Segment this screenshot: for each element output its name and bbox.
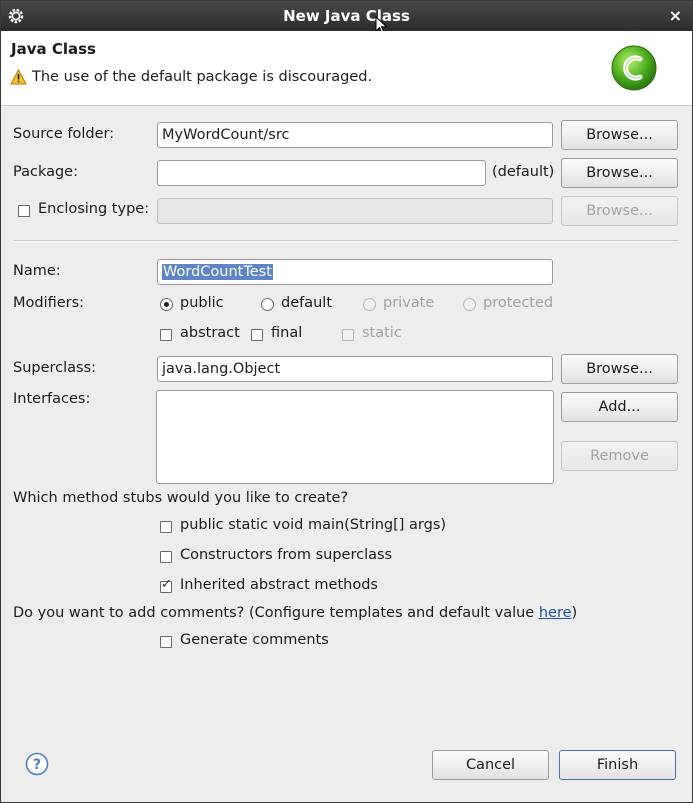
package-default-label: (default) [492, 164, 555, 180]
window-title: New Java Class [283, 7, 410, 25]
interfaces-list[interactable] [156, 390, 554, 484]
comments-question: Do you want to add comments? (Configure … [13, 605, 577, 621]
inherited-abstract-methods-checkbox[interactable]: ✓ [160, 577, 172, 593]
package-browse-button[interactable]: Browse... [561, 158, 678, 188]
modifier-static-checkbox [342, 329, 354, 341]
source-folder-label: Source folder: [13, 126, 115, 142]
interfaces-label: Interfaces: [13, 391, 91, 407]
enclosing-type-field [157, 198, 553, 224]
checkmark-icon: ✓ [161, 577, 172, 592]
generate-comments-checkbox[interactable] [160, 636, 172, 648]
enclosing-type-checkbox[interactable] [18, 205, 30, 217]
constructors-checkbox[interactable] [160, 551, 172, 563]
main-method-label: public static void main(String[] args) [180, 517, 447, 533]
modifier-abstract-label: abstract [180, 325, 240, 341]
separator [13, 240, 679, 242]
modifier-private-radio [363, 298, 376, 311]
close-button[interactable]: × [669, 6, 682, 25]
cancel-button[interactable]: Cancel [432, 750, 549, 780]
name-label: Name: [13, 263, 61, 279]
finish-button[interactable]: Finish [559, 750, 676, 780]
interfaces-add-button[interactable]: Add... [561, 392, 678, 422]
interfaces-remove-button: Remove [561, 441, 678, 471]
modifier-protected-label: protected [483, 295, 554, 311]
modifier-final-label: final [271, 325, 303, 341]
name-field[interactable]: WordCountTest [157, 259, 553, 285]
enclosing-type-label: Enclosing type: [38, 201, 150, 217]
modifier-default-radio[interactable] [261, 298, 274, 311]
help-icon[interactable]: ? [25, 752, 49, 776]
new-class-c-logo-icon [611, 45, 657, 91]
warning-icon [10, 69, 27, 85]
source-folder-field[interactable]: MyWordCount/src [157, 122, 553, 148]
modifier-public-radio[interactable] [160, 298, 173, 311]
modifier-default-label: default [281, 295, 333, 311]
title-bar[interactable]: New Java Class × [1, 1, 692, 35]
new-java-class-dialog: New Java Class × Java Class The use of t… [0, 0, 693, 803]
superclass-field[interactable]: java.lang.Object [157, 356, 553, 382]
modifiers-label: Modifiers: [13, 295, 85, 311]
comments-question-text: Do you want to add comments? (Configure … [13, 605, 539, 621]
svg-text:?: ? [33, 757, 41, 773]
inherited-abstract-methods-label: Inherited abstract methods [180, 577, 378, 593]
configure-templates-link[interactable]: here [539, 605, 572, 621]
dialog-header: Java Class The use of the default packag… [1, 31, 692, 106]
enclosing-type-browse-button: Browse... [561, 196, 678, 226]
generate-comments-label: Generate comments [180, 632, 329, 648]
name-selected-text: WordCountTest [162, 264, 273, 280]
main-method-checkbox[interactable] [160, 521, 172, 533]
modifier-protected-radio [463, 298, 476, 311]
package-field[interactable] [157, 160, 486, 186]
modifier-public-label: public [180, 295, 224, 311]
modifier-private-label: private [383, 295, 435, 311]
modifier-final-checkbox[interactable] [251, 329, 263, 341]
source-folder-browse-button[interactable]: Browse... [561, 120, 678, 150]
modifier-static-label: static [362, 325, 402, 341]
method-stubs-question: Which method stubs would you like to cre… [13, 490, 349, 506]
superclass-label: Superclass: [13, 360, 97, 376]
modifier-abstract-checkbox[interactable] [160, 329, 172, 341]
warning-message: The use of the default package is discou… [32, 69, 373, 85]
superclass-browse-button[interactable]: Browse... [561, 354, 678, 384]
package-label: Package: [13, 164, 78, 180]
page-title: Java Class [11, 40, 96, 58]
comments-question-suffix: ) [571, 605, 578, 621]
constructors-label: Constructors from superclass [180, 547, 393, 563]
